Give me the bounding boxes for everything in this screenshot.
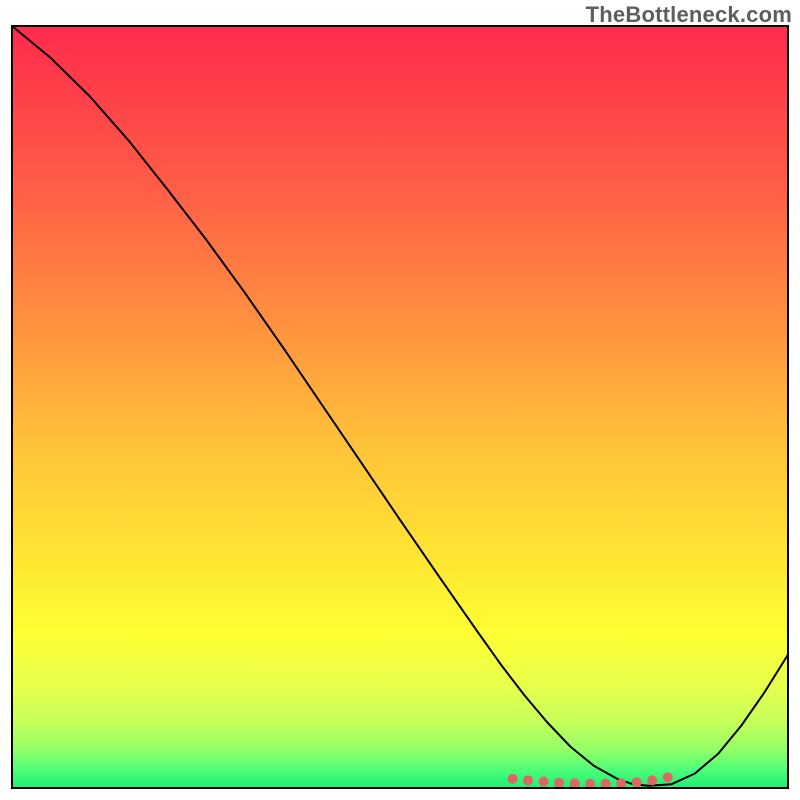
marker-dot bbox=[647, 775, 657, 785]
marker-dot bbox=[554, 778, 564, 788]
marker-dot bbox=[508, 774, 518, 784]
marker-dot bbox=[523, 775, 533, 785]
marker-dot bbox=[570, 778, 580, 788]
watermark-text: TheBottleneck.com bbox=[586, 2, 792, 28]
marker-dot bbox=[632, 777, 642, 787]
marker-dot bbox=[539, 777, 549, 787]
marker-dot bbox=[663, 772, 673, 782]
bottleneck-chart bbox=[0, 0, 800, 800]
marker-dot bbox=[616, 778, 626, 788]
